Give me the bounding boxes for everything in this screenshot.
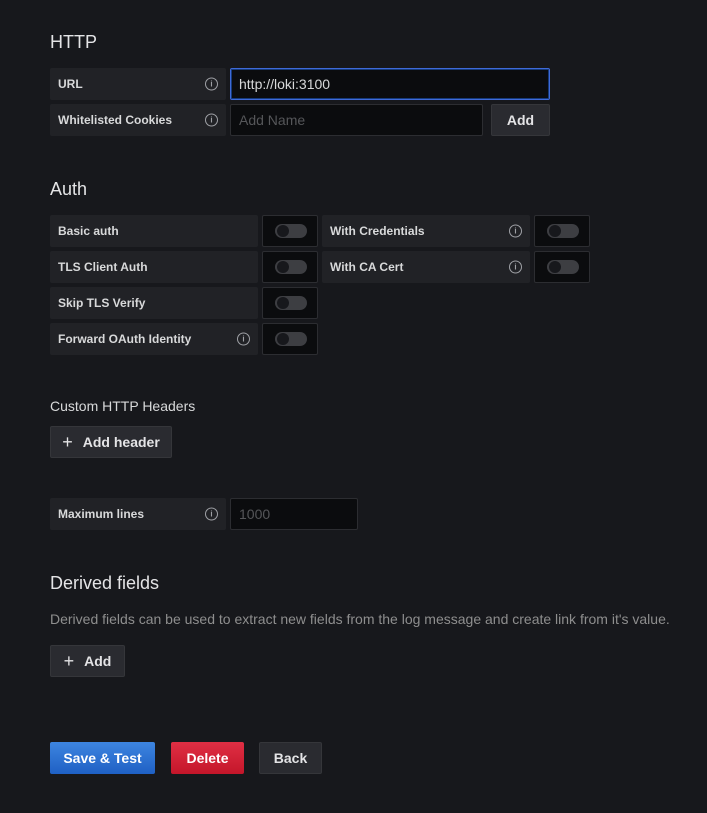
tls-client-auth-label: TLS Client Auth xyxy=(50,251,258,283)
toggle-switch xyxy=(275,260,307,274)
save-and-test-button[interactable]: Save & Test xyxy=(50,742,155,774)
info-icon[interactable]: i xyxy=(509,224,522,238)
forward-oauth-toggle[interactable] xyxy=(262,323,318,355)
skip-tls-verify-toggle[interactable] xyxy=(262,287,318,319)
toggle-switch xyxy=(275,332,307,346)
derived-fields-title: Derived fields xyxy=(50,573,160,593)
auth-section-title: Auth xyxy=(50,179,88,199)
add-derived-field-button[interactable]: + Add xyxy=(50,645,125,677)
info-icon[interactable]: i xyxy=(237,332,250,346)
with-ca-cert-label: With CA Cert i xyxy=(322,251,530,283)
back-button[interactable]: Back xyxy=(259,742,322,774)
toggle-switch xyxy=(547,260,579,274)
info-icon[interactable]: i xyxy=(205,77,218,91)
with-credentials-toggle[interactable] xyxy=(534,215,590,247)
add-cookie-button[interactable]: Add xyxy=(491,104,550,136)
with-ca-cert-toggle[interactable] xyxy=(534,251,590,283)
with-credentials-label: With Credentials i xyxy=(322,215,530,247)
with-ca-cert-label-text: With CA Cert xyxy=(330,260,404,274)
plus-icon: + xyxy=(63,650,75,671)
delete-button[interactable]: Delete xyxy=(171,742,244,774)
http-section-title: HTTP xyxy=(50,32,97,52)
forward-oauth-label-text: Forward OAuth Identity xyxy=(58,332,192,346)
maximum-lines-label: Maximum lines i xyxy=(50,498,226,530)
info-icon[interactable]: i xyxy=(509,260,522,274)
info-icon[interactable]: i xyxy=(205,507,218,521)
maximum-lines-label-text: Maximum lines xyxy=(58,507,145,521)
toggle-switch xyxy=(547,224,579,238)
cookie-name-input[interactable] xyxy=(230,104,483,136)
maximum-lines-input[interactable] xyxy=(230,498,358,530)
derived-fields-description: Derived fields can be used to extract ne… xyxy=(50,611,670,627)
whitelisted-cookies-label: Whitelisted Cookies i xyxy=(50,104,226,136)
toggle-switch xyxy=(275,224,307,238)
plus-icon: + xyxy=(62,431,73,452)
whitelisted-cookies-label-text: Whitelisted Cookies xyxy=(58,113,173,127)
tls-client-auth-toggle[interactable] xyxy=(262,251,318,283)
toggle-switch xyxy=(275,296,307,310)
basic-auth-toggle[interactable] xyxy=(262,215,318,247)
url-label-text: URL xyxy=(58,77,83,91)
skip-tls-verify-label: Skip TLS Verify xyxy=(50,287,258,319)
basic-auth-label: Basic auth xyxy=(50,215,258,247)
forward-oauth-label: Forward OAuth Identity i xyxy=(50,323,258,355)
url-label: URL i xyxy=(50,68,226,100)
add-derived-field-label: Add xyxy=(84,653,112,669)
custom-headers-title: Custom HTTP Headers xyxy=(50,398,196,414)
url-input[interactable] xyxy=(230,68,550,100)
info-icon[interactable]: i xyxy=(205,113,218,127)
with-credentials-label-text: With Credentials xyxy=(330,224,425,238)
add-header-label: Add header xyxy=(82,434,160,450)
add-header-button[interactable]: + Add header xyxy=(50,426,172,458)
